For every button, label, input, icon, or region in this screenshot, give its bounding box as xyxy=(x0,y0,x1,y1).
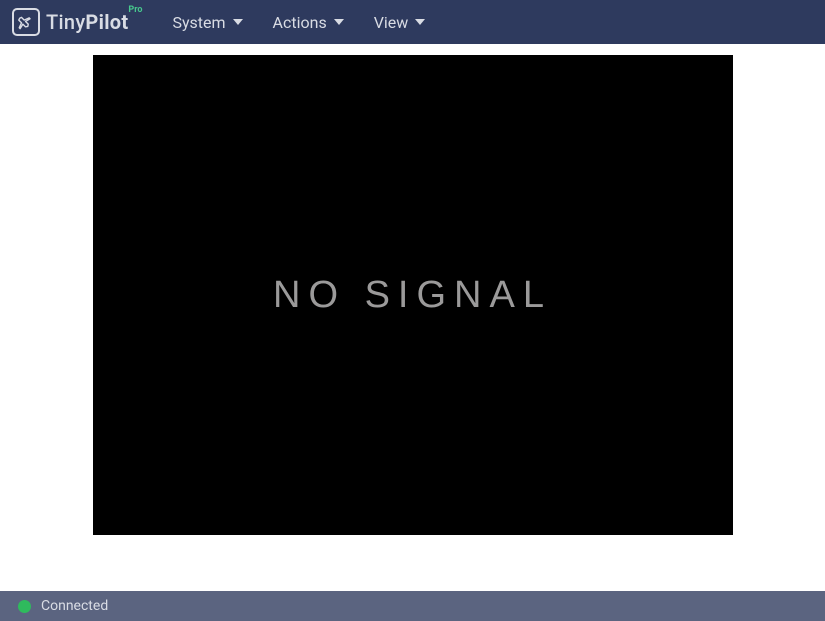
status-bar: Connected xyxy=(0,591,825,621)
nav-actions[interactable]: Actions xyxy=(273,13,344,32)
remote-video-frame[interactable]: NO SIGNAL xyxy=(93,55,733,535)
brand-text: TinyPilot xyxy=(46,10,128,34)
nav-system[interactable]: System xyxy=(172,13,242,32)
nav-view[interactable]: View xyxy=(374,13,426,32)
header-bar: TinyPilot Pro System Actions View xyxy=(0,0,825,44)
chevron-down-icon xyxy=(334,19,344,25)
nav-view-label: View xyxy=(374,13,409,32)
main-content: NO SIGNAL xyxy=(0,44,825,591)
airplane-icon xyxy=(12,8,40,36)
status-text: Connected xyxy=(41,598,108,614)
nav-system-label: System xyxy=(172,13,225,32)
chevron-down-icon xyxy=(415,19,425,25)
status-indicator-icon xyxy=(18,600,31,613)
pro-badge: Pro xyxy=(128,5,142,15)
main-nav: System Actions View xyxy=(172,13,425,32)
nav-actions-label: Actions xyxy=(273,13,327,32)
no-signal-text: NO SIGNAL xyxy=(273,274,552,317)
brand-logo[interactable]: TinyPilot Pro xyxy=(12,8,128,36)
chevron-down-icon xyxy=(233,19,243,25)
